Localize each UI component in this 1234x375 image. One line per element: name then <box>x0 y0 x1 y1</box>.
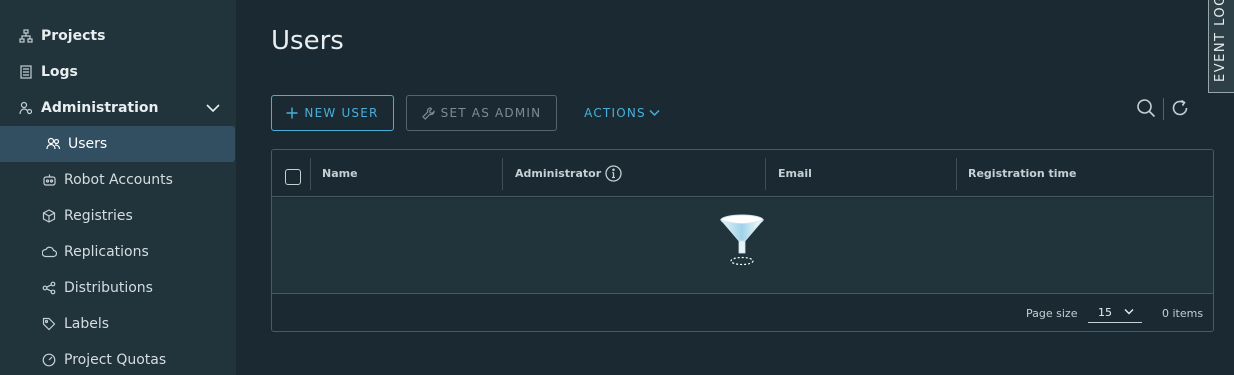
sidebar-item-label: Labels <box>64 316 110 332</box>
datagrid-empty-placeholder <box>272 198 1213 294</box>
sidebar-item-logs[interactable]: Logs <box>0 54 235 90</box>
logs-icon <box>18 64 34 80</box>
sidebar-item-users[interactable]: Users <box>0 126 235 162</box>
labels-icon <box>41 316 57 332</box>
datagrid-header: Name Administrator Email Registration ti… <box>272 150 1213 197</box>
set-as-admin-button[interactable]: SET AS ADMIN <box>406 95 557 131</box>
sidebar-item-registries[interactable]: Registries <box>0 198 235 234</box>
column-divider <box>310 158 311 190</box>
wrench-icon <box>421 106 435 120</box>
sidebar-item-project-quotas[interactable]: Project Quotas <box>0 342 235 375</box>
info-icon[interactable] <box>605 165 622 182</box>
sidebar: Projects Logs Administration Users Robot… <box>0 0 237 375</box>
event-log-tab[interactable]: EVENT LOG <box>1208 0 1234 93</box>
new-user-button[interactable]: NEW USER <box>271 95 394 131</box>
new-user-label: NEW USER <box>304 106 379 120</box>
column-divider <box>765 158 766 190</box>
sidebar-item-label: Administration <box>41 100 159 116</box>
event-log-label: EVENT LOG <box>1213 0 1228 82</box>
sidebar-item-label: Project Quotas <box>64 352 167 368</box>
column-header-label: Administrator <box>515 167 602 180</box>
page-size-value: 15 <box>1098 306 1112 319</box>
actions-dropdown[interactable]: ACTIONS <box>576 95 668 131</box>
set-as-admin-label: SET AS ADMIN <box>440 106 542 120</box>
sidebar-item-label: Users <box>68 136 108 152</box>
quotas-icon <box>41 352 57 368</box>
column-header-name[interactable]: Name <box>322 150 358 197</box>
column-header-email[interactable]: Email <box>778 150 812 197</box>
sidebar-item-label: Projects <box>41 28 106 44</box>
users-datagrid: Name Administrator Email Registration ti… <box>271 149 1214 332</box>
search-icon[interactable] <box>1136 98 1156 118</box>
sidebar-item-replications[interactable]: Replications <box>0 234 235 270</box>
distributions-icon <box>41 280 57 296</box>
sidebar-item-distributions[interactable]: Distributions <box>0 270 235 306</box>
actions-label: ACTIONS <box>584 106 646 120</box>
sidebar-item-label: Replications <box>64 244 149 260</box>
replications-icon <box>41 244 57 260</box>
datagrid-footer: Page size 15 0 items <box>272 295 1213 331</box>
sidebar-item-label: Logs <box>41 64 78 80</box>
column-divider <box>502 158 503 190</box>
select-all-checkbox[interactable] <box>285 169 301 185</box>
refresh-icon[interactable] <box>1170 98 1190 118</box>
column-header-registration-time[interactable]: Registration time <box>968 150 1076 197</box>
administration-icon <box>18 100 34 116</box>
page-size-label: Page size <box>1026 307 1078 320</box>
sidebar-item-labels[interactable]: Labels <box>0 306 235 342</box>
projects-icon <box>18 28 34 44</box>
sidebar-item-projects[interactable]: Projects <box>0 18 235 54</box>
column-divider <box>956 158 957 190</box>
page-size-select[interactable]: 15 <box>1088 301 1142 323</box>
chevron-down-icon <box>1124 309 1134 315</box>
robot-icon <box>41 172 57 188</box>
chevron-down-icon <box>649 109 660 117</box>
registries-icon <box>41 208 57 224</box>
items-count: 0 items <box>1162 307 1204 320</box>
sidebar-item-label: Registries <box>64 208 133 224</box>
sidebar-item-administration[interactable]: Administration <box>0 90 235 126</box>
sidebar-item-robot-accounts[interactable]: Robot Accounts <box>0 162 235 198</box>
users-icon <box>45 136 61 152</box>
page-title: Users <box>271 26 344 56</box>
sidebar-item-label: Robot Accounts <box>64 172 173 188</box>
toolbar-divider <box>1163 98 1164 120</box>
column-header-administrator[interactable]: Administrator <box>515 150 622 197</box>
sidebar-item-label: Distributions <box>64 280 153 296</box>
plus-icon <box>286 107 298 119</box>
chevron-down-icon[interactable] <box>205 100 221 120</box>
empty-filter-icon <box>719 214 765 266</box>
